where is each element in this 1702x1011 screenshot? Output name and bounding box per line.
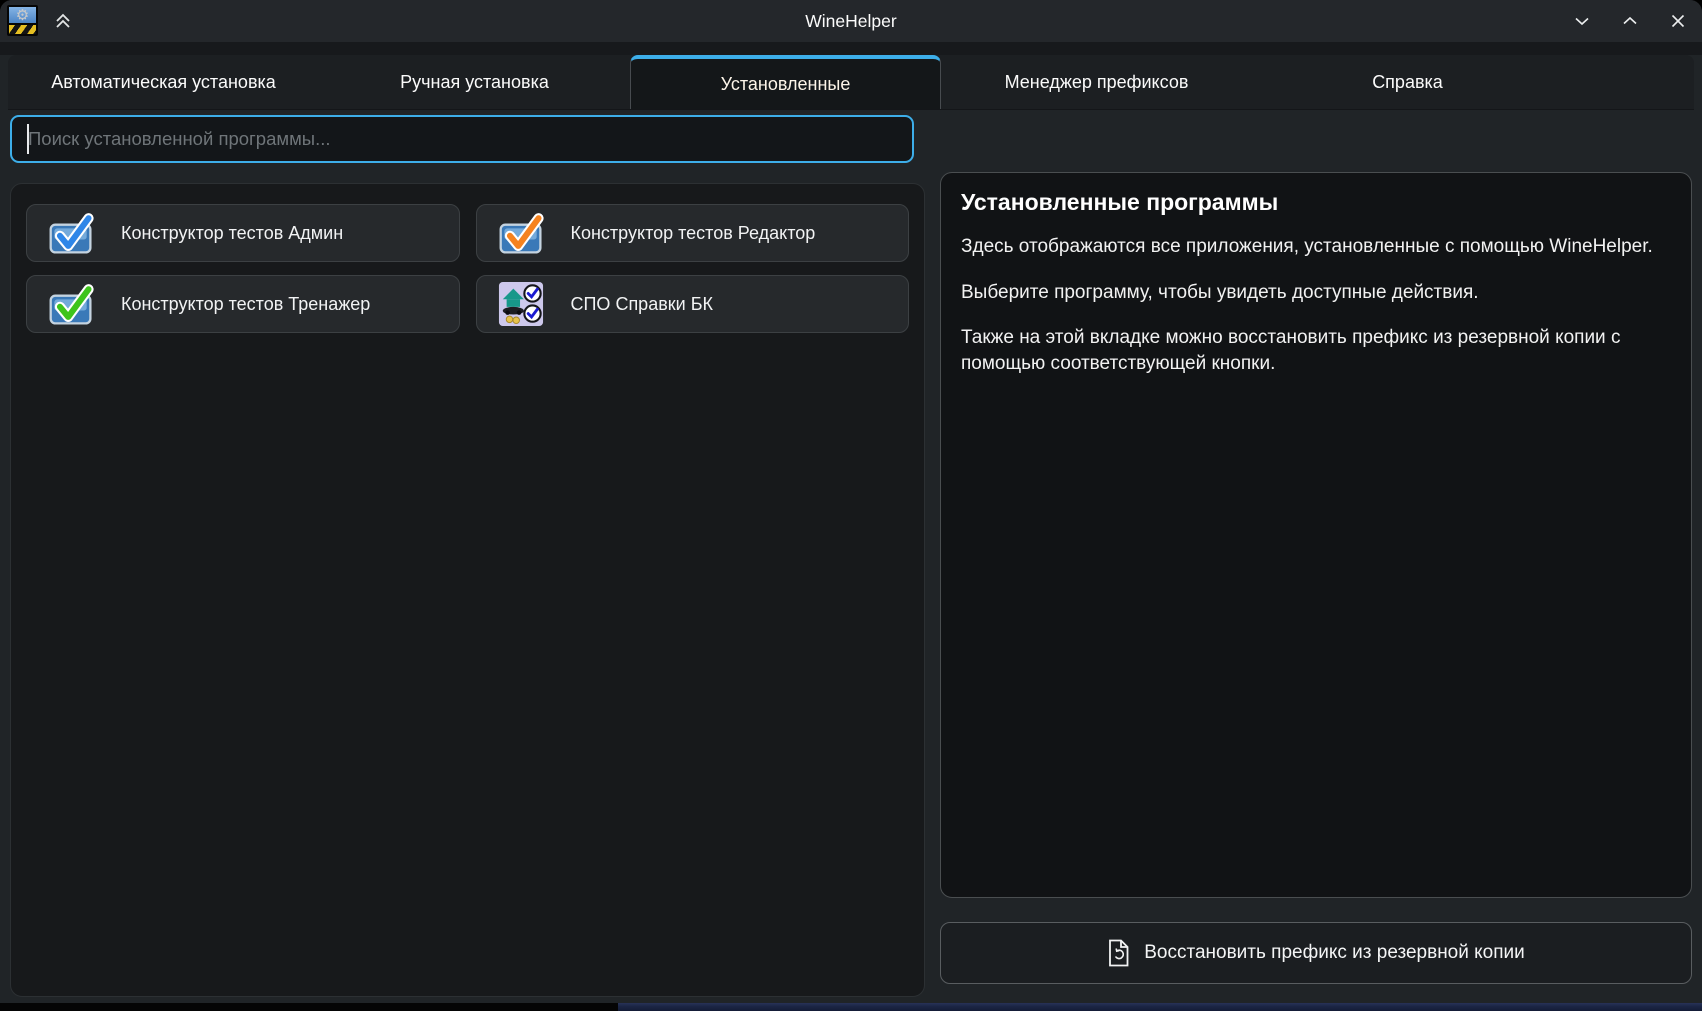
text-caret bbox=[27, 124, 29, 154]
document-restore-icon bbox=[1107, 939, 1130, 967]
titlebar-separator bbox=[0, 42, 1702, 55]
screen: ⚙ WineHelper bbox=[0, 0, 1702, 1011]
program-button-trainer[interactable]: Конструктор тестов Тренажер bbox=[26, 275, 460, 333]
tab-auto-install[interactable]: Автоматическая установка bbox=[8, 55, 319, 109]
info-paragraph: Также на этой вкладке можно восстановить… bbox=[961, 325, 1671, 376]
close-button[interactable] bbox=[1668, 11, 1688, 31]
program-label: Конструктор тестов Тренажер bbox=[121, 294, 370, 315]
restore-prefix-button[interactable]: Восстановить префикс из резервной копии bbox=[940, 922, 1692, 984]
program-label: СПО Справки БК bbox=[571, 294, 714, 315]
window-title: WineHelper bbox=[0, 0, 1702, 42]
tab-installed[interactable]: Установленные bbox=[630, 55, 941, 109]
tab-prefix-manager[interactable]: Менеджер префиксов bbox=[941, 55, 1252, 109]
info-paragraph: Здесь отображаются все приложения, устан… bbox=[961, 234, 1671, 260]
titlebar[interactable]: ⚙ WineHelper bbox=[0, 0, 1702, 42]
x-icon bbox=[1668, 11, 1688, 31]
search-wrap bbox=[10, 115, 914, 163]
info-panel-title: Установленные программы bbox=[961, 189, 1671, 216]
minimize-button[interactable] bbox=[1572, 11, 1592, 31]
checkbox-orange-check-icon bbox=[497, 210, 545, 256]
tab-help[interactable]: Справка bbox=[1252, 55, 1563, 109]
installed-programs-panel: Конструктор тестов Админ Конструктор тес… bbox=[10, 183, 925, 997]
restore-prefix-label: Восстановить префикс из резервной копии bbox=[1144, 942, 1525, 964]
winehelper-window: ⚙ WineHelper bbox=[0, 0, 1702, 1003]
chevron-up-icon bbox=[1620, 11, 1640, 31]
checkbox-green-check-icon bbox=[47, 281, 95, 327]
program-label: Конструктор тестов Редактор bbox=[571, 223, 816, 244]
search-input[interactable] bbox=[10, 115, 914, 163]
info-panel: Установленные программы Здесь отображают… bbox=[940, 172, 1692, 898]
program-button-admin[interactable]: Конструктор тестов Админ bbox=[26, 204, 460, 262]
tab-manual-install[interactable]: Ручная установка bbox=[319, 55, 630, 109]
house-services-icon bbox=[497, 281, 545, 327]
info-paragraph: Выберите программу, чтобы увидеть доступ… bbox=[961, 280, 1671, 306]
program-button-editor[interactable]: Конструктор тестов Редактор bbox=[476, 204, 910, 262]
program-button-spo-spravki[interactable]: СПО Справки БК bbox=[476, 275, 910, 333]
tab-bar: Автоматическая установка Ручная установк… bbox=[8, 55, 1694, 110]
checkbox-blue-check-icon bbox=[47, 210, 95, 256]
chevron-down-icon bbox=[1572, 11, 1592, 31]
maximize-button[interactable] bbox=[1620, 11, 1640, 31]
program-label: Конструктор тестов Админ bbox=[121, 223, 343, 244]
